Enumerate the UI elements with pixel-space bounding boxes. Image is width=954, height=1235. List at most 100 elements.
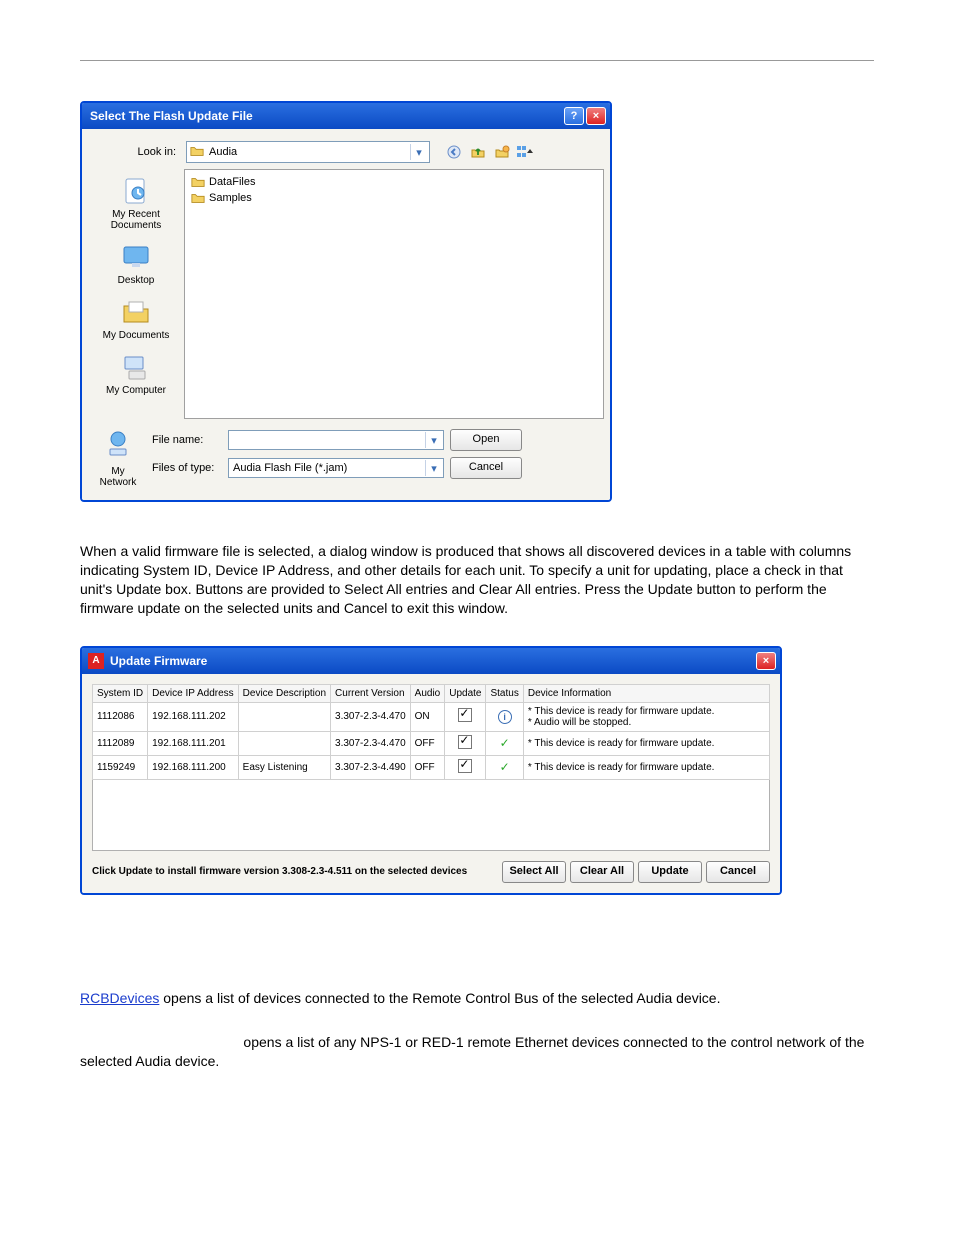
cell-status: ✓ — [486, 755, 523, 779]
close-icon[interactable]: × — [756, 652, 776, 670]
cancel-button[interactable]: Cancel — [706, 861, 770, 883]
remote-ethernet-text: opens a list of any NPS-1 or RED-1 remot… — [80, 1034, 864, 1069]
filetype-label: Files of type: — [152, 462, 222, 474]
cell-ip: 192.168.111.202 — [148, 702, 239, 731]
cell-audio: ON — [410, 702, 445, 731]
cell-systemid: 1112086 — [93, 702, 148, 731]
places-bar: My Recent Documents Desktop My Documents… — [88, 169, 184, 419]
filetype-dropdown[interactable]: Audia Flash File (*.jam) ▾ — [228, 458, 444, 478]
new-folder-icon[interactable] — [492, 142, 512, 162]
col-update: Update — [445, 684, 486, 702]
cell-status: ✓ — [486, 731, 523, 755]
cell-ip: 192.168.111.201 — [148, 731, 239, 755]
col-ip: Device IP Address — [148, 684, 239, 702]
col-version: Current Version — [331, 684, 411, 702]
cell-systemid: 1159249 — [93, 755, 148, 779]
update-firmware-dialog: A Update Firmware × System ID Device IP … — [80, 646, 782, 895]
table-row[interactable]: 1159249 192.168.111.200 Easy Listening 3… — [93, 755, 770, 779]
help-icon[interactable]: ? — [564, 107, 584, 125]
cell-systemid: 1112089 — [93, 731, 148, 755]
info-icon: i — [498, 710, 512, 724]
cell-update[interactable] — [445, 755, 486, 779]
cell-desc: Easy Listening — [238, 755, 330, 779]
cancel-button[interactable]: Cancel — [450, 457, 522, 479]
look-in-label: Look in: — [92, 146, 180, 158]
cell-version: 3.307-2.3-4.470 — [331, 702, 411, 731]
col-systemid: System ID — [93, 684, 148, 702]
place-label: My Computer — [106, 385, 166, 396]
app-icon: A — [88, 653, 104, 669]
folder-icon — [191, 191, 205, 205]
dialog-title: Select The Flash Update File — [90, 109, 253, 123]
chevron-down-icon[interactable]: ▾ — [425, 460, 442, 476]
folder-name: DataFiles — [209, 176, 255, 188]
filename-input[interactable]: ▾ — [228, 430, 444, 450]
place-recent[interactable]: My Recent Documents — [111, 175, 162, 231]
table-row[interactable]: 1112089 192.168.111.201 3.307-2.3-4.470 … — [93, 731, 770, 755]
place-label: My Recent Documents — [111, 209, 162, 231]
rcbdevices-link[interactable]: RCBDevices — [80, 990, 159, 1006]
filename-label: File name: — [152, 434, 222, 446]
cell-info: * This device is ready for firmware upda… — [523, 702, 769, 731]
up-folder-icon[interactable] — [468, 142, 488, 162]
table-header-row: System ID Device IP Address Device Descr… — [93, 684, 770, 702]
folder-item[interactable]: DataFiles — [189, 174, 599, 190]
cell-version: 3.307-2.3-4.490 — [331, 755, 411, 779]
col-status: Status — [486, 684, 523, 702]
place-mydocuments[interactable]: My Documents — [103, 296, 170, 341]
dialog-titlebar[interactable]: A Update Firmware × — [82, 648, 780, 674]
folder-item[interactable]: Samples — [189, 190, 599, 206]
cell-audio: OFF — [410, 731, 445, 755]
place-label: My Network — [100, 466, 137, 488]
update-button[interactable]: Update — [638, 861, 702, 883]
checkbox-icon[interactable] — [458, 735, 472, 749]
back-icon[interactable] — [444, 142, 464, 162]
col-desc: Device Description — [238, 684, 330, 702]
dialog-titlebar[interactable]: Select The Flash Update File ? × — [82, 103, 610, 129]
table-row[interactable]: 1112086 192.168.111.202 3.307-2.3-4.470 … — [93, 702, 770, 731]
place-mycomputer[interactable]: My Computer — [106, 351, 166, 396]
cell-update[interactable] — [445, 702, 486, 731]
place-network[interactable]: My Network — [92, 429, 144, 488]
footer-text: Click Update to install firmware version… — [92, 866, 467, 877]
cell-desc — [238, 702, 330, 731]
col-audio: Audio — [410, 684, 445, 702]
folder-icon — [191, 175, 205, 189]
checkbox-icon[interactable] — [458, 708, 472, 722]
cell-desc — [238, 731, 330, 755]
open-button[interactable]: Open — [450, 429, 522, 451]
cell-update[interactable] — [445, 731, 486, 755]
folder-icon — [190, 144, 204, 158]
table-empty-area — [92, 780, 770, 851]
cell-info: * This device is ready for firmware upda… — [523, 731, 769, 755]
col-info: Device Information — [523, 684, 769, 702]
place-label: My Documents — [103, 330, 170, 341]
place-label: Desktop — [118, 275, 155, 286]
cell-info: * This device is ready for firmware upda… — [523, 755, 769, 779]
select-all-button[interactable]: Select All — [502, 861, 566, 883]
look-in-dropdown[interactable]: Audia ▾ — [186, 141, 430, 163]
chevron-down-icon[interactable]: ▾ — [425, 432, 442, 448]
checkbox-icon[interactable] — [458, 759, 472, 773]
body-paragraph: When a valid firmware file is selected, … — [80, 542, 874, 618]
dialog-title: Update Firmware — [110, 654, 207, 668]
place-desktop[interactable]: Desktop — [117, 241, 155, 286]
cell-version: 3.307-2.3-4.470 — [331, 731, 411, 755]
cell-audio: OFF — [410, 755, 445, 779]
cell-status: i — [486, 702, 523, 731]
close-icon[interactable]: × — [586, 107, 606, 125]
device-table: System ID Device IP Address Device Descr… — [92, 684, 770, 780]
clear-all-button[interactable]: Clear All — [570, 861, 634, 883]
rcbdevices-paragraph: RCBDevices opens a list of devices conne… — [80, 989, 874, 1008]
check-icon: ✓ — [500, 736, 510, 750]
rcbdevices-text: opens a list of devices connected to the… — [159, 990, 720, 1006]
cell-ip: 192.168.111.200 — [148, 755, 239, 779]
check-icon: ✓ — [500, 760, 510, 774]
file-open-dialog: Select The Flash Update File ? × Look in… — [80, 101, 612, 502]
filetype-value: Audia Flash File (*.jam) — [233, 462, 347, 474]
look-in-value: Audia — [209, 146, 237, 158]
chevron-down-icon[interactable]: ▾ — [410, 144, 427, 160]
view-menu-icon[interactable] — [516, 142, 536, 162]
folder-name: Samples — [209, 192, 252, 204]
file-list[interactable]: DataFiles Samples — [184, 169, 604, 419]
